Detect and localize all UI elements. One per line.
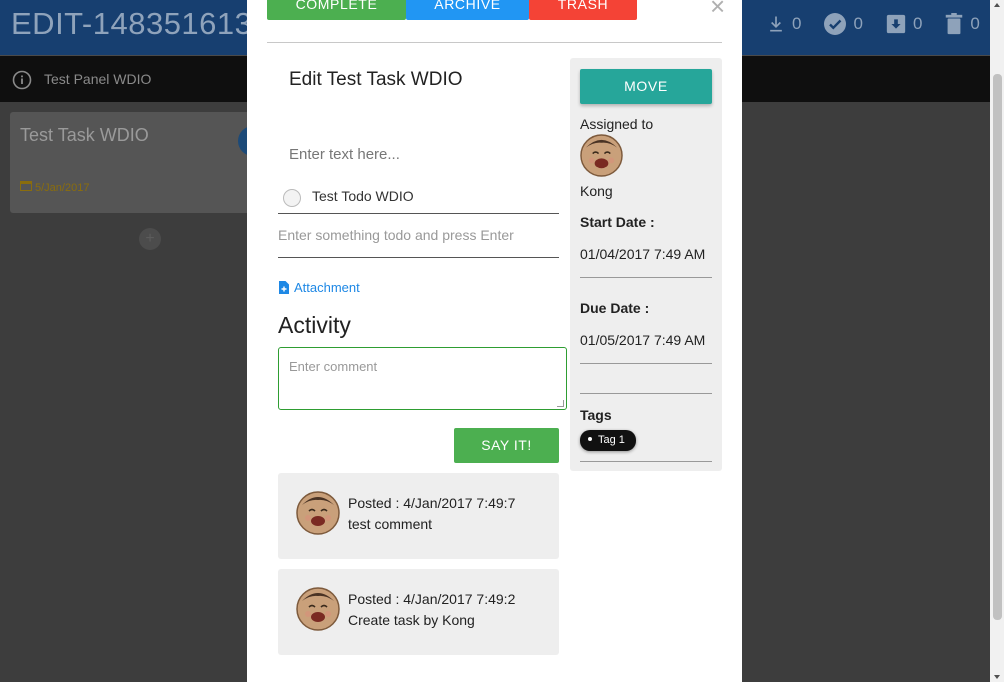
archive-button[interactable]: ARCHIVE [406, 0, 529, 20]
page-scrollbar[interactable] [990, 0, 1004, 682]
close-icon[interactable]: × [710, 0, 725, 22]
activity-heading: Activity [278, 312, 351, 338]
assignee-name: Kong [580, 183, 613, 199]
info-icon[interactable] [12, 70, 32, 90]
trash-icon [946, 13, 963, 35]
comment-text: Create task by Kong [348, 612, 475, 628]
trash-counter[interactable]: 0 [944, 13, 980, 35]
download-counter[interactable]: 0 [766, 14, 801, 34]
calendar-icon [20, 181, 32, 191]
avatar[interactable] [580, 134, 623, 177]
archive-count: 0 [912, 14, 923, 33]
comment-item: Posted : 4/Jan/2017 7:49:2 Create task b… [278, 569, 559, 655]
completed-counter[interactable]: 0 [823, 12, 863, 36]
due-date-underline [580, 363, 712, 364]
edit-task-modal: COMPLETE ARCHIVE TRASH × Edit Test Task … [247, 0, 742, 682]
start-date-label: Start Date : [580, 214, 655, 230]
comment-text: test comment [348, 516, 433, 532]
move-button[interactable]: MOVE [580, 69, 712, 104]
due-date-input[interactable]: 01/05/2017 7:49 AM [580, 332, 705, 348]
say-it-button[interactable]: SAY IT! [454, 428, 559, 463]
card-due-date: 5/Jan/2017 [20, 180, 89, 194]
attachment-label: Attachment [294, 280, 360, 295]
check-circle-icon [824, 13, 847, 35]
start-date-input[interactable]: 01/04/2017 7:49 AM [580, 246, 705, 262]
tag-dot-icon [588, 437, 592, 442]
todo-divider [278, 213, 559, 214]
add-task-button[interactable]: + [139, 228, 161, 250]
archive-icon [886, 14, 906, 34]
due-date-label: Due Date : [580, 300, 650, 316]
scroll-up-arrow[interactable] [994, 3, 1000, 7]
tags-underline [580, 461, 712, 462]
comment-timestamp: Posted : 4/Jan/2017 7:49:7 [348, 495, 516, 511]
completed-count: 0 [853, 14, 863, 33]
tags-label: Tags [580, 407, 612, 423]
description-input[interactable]: Enter text here... [289, 146, 400, 163]
todo-input[interactable]: Enter something todo and press Enter [278, 227, 514, 243]
task-card[interactable]: Test Task WDIO 5/Jan/2017 [10, 112, 268, 213]
scroll-down-arrow[interactable] [994, 675, 1000, 679]
archive-counter[interactable]: 0 [885, 13, 922, 35]
textarea-resize-handle[interactable] [557, 400, 564, 407]
download-count: 0 [792, 14, 802, 33]
complete-button[interactable]: COMPLETE [267, 0, 406, 20]
todo-input-underline [278, 257, 559, 258]
section-divider [580, 393, 712, 394]
panel-title: Test Panel WDIO [44, 71, 152, 87]
card-date-text: 5/Jan/2017 [35, 182, 90, 194]
trash-button[interactable]: TRASH [529, 0, 637, 20]
tag-label: Tag 1 [598, 434, 625, 446]
header-divider [267, 42, 722, 43]
counter-bar: 0 0 0 0 [766, 12, 1002, 36]
task-details-sidebar: MOVE Assigned to Kong Start Date : 01/04… [570, 58, 722, 471]
comment-item: Posted : 4/Jan/2017 7:49:7 test comment [278, 473, 559, 559]
comment-input[interactable]: Enter comment [278, 347, 567, 410]
attachment-link[interactable]: Attachment [279, 280, 360, 295]
scroll-thumb[interactable] [993, 74, 1002, 620]
assigned-label: Assigned to [580, 116, 654, 132]
avatar [296, 587, 340, 631]
comment-placeholder: Enter comment [289, 359, 378, 374]
todo-label: Test Todo WDIO [312, 188, 414, 204]
card-title: Test Task WDIO [20, 125, 149, 145]
app-title: EDIT-148351613 [11, 6, 253, 41]
avatar [296, 491, 340, 535]
download-icon [770, 16, 782, 32]
comment-timestamp: Posted : 4/Jan/2017 7:49:2 [348, 591, 516, 607]
trash-count: 0 [970, 14, 980, 33]
file-icon [279, 281, 289, 294]
start-date-underline [580, 277, 712, 278]
task-title[interactable]: Edit Test Task WDIO [289, 69, 463, 91]
todo-checkbox[interactable] [283, 189, 301, 207]
tag-chip[interactable]: Tag 1 [580, 430, 636, 451]
